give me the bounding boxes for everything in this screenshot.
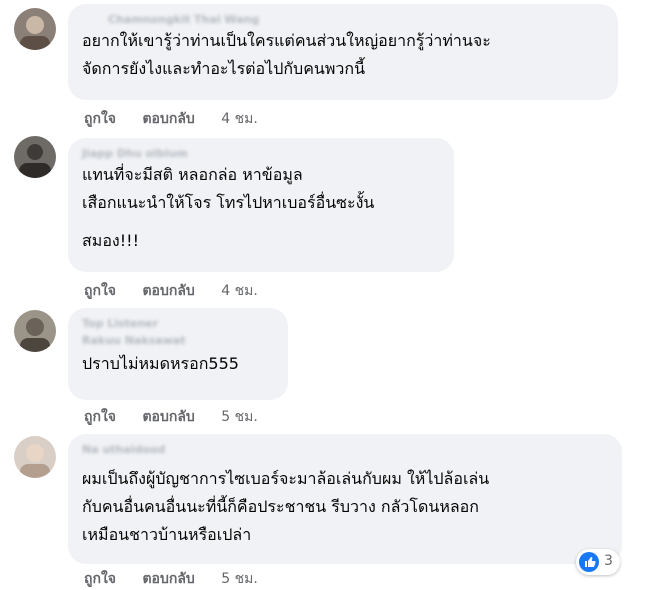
- reaction-summary[interactable]: 3: [576, 549, 620, 575]
- reply-link[interactable]: ตอบกลับ: [142, 568, 194, 590]
- comment-actions: ถูกใจ ตอบกลับ 5 ชม.: [84, 568, 280, 590]
- timestamp[interactable]: 4 ชม.: [221, 280, 258, 302]
- comment-text-line: ผมเป็นถึงผู้บัญชาการไซเบอร์จะมาล้อเล่นกั…: [82, 469, 490, 488]
- like-link[interactable]: ถูกใจ: [84, 280, 116, 302]
- reply-link[interactable]: ตอบกลับ: [142, 108, 194, 130]
- comment-text-line: เหมือนชาวบ้านหรือเปล่า: [82, 525, 252, 544]
- comment-bubble: Top Listener Rakuu Naksawat ปราบไม่หมดหร…: [68, 308, 288, 400]
- comment-text-line: อยากให้เขารู้ว่าท่านเป็นใครแต่คนส่วนใหญ่…: [82, 31, 491, 50]
- avatar-photo-icon: [14, 8, 56, 50]
- like-link[interactable]: ถูกใจ: [84, 108, 116, 130]
- timestamp[interactable]: 5 ชม.: [221, 406, 258, 428]
- avatar[interactable]: [14, 136, 56, 178]
- comment-text-line: แทนที่จะมีสติ หลอกล่อ หาข้อมูล: [82, 165, 303, 184]
- avatar-photo-icon: [14, 136, 56, 178]
- timestamp[interactable]: 4 ชม.: [221, 108, 258, 130]
- comment-bubble: Chamnongkit Thai Wang อยากให้เขารู้ว่าท่…: [68, 4, 618, 100]
- avatar[interactable]: [14, 8, 56, 50]
- comment-text-line: เสือกแนะนำให้โจร โทรไปหาเบอร์อื่นซะงั้น: [82, 193, 375, 212]
- comment-actions: ถูกใจ ตอบกลับ 5 ชม.: [84, 406, 280, 428]
- comment-text-line: ปราบไม่หมดหรอก555: [82, 354, 239, 373]
- avatar[interactable]: [14, 436, 56, 478]
- avatar-photo-icon: [14, 310, 56, 352]
- comment-bubble: Jiapp Dhu olblum แทนที่จะมีสติ หลอกล่อ ห…: [68, 138, 454, 272]
- avatar[interactable]: [14, 310, 56, 352]
- author-name[interactable]: Chamnongkit Thai Wang: [82, 12, 604, 27]
- comment-bubble: Na uthaidood ผมเป็นถึงผู้บัญชาการไซเบอร์…: [68, 434, 622, 564]
- comment-actions: ถูกใจ ตอบกลับ 4 ชม.: [84, 108, 280, 130]
- reaction-count: 3: [604, 553, 613, 569]
- reply-link[interactable]: ตอบกลับ: [142, 406, 194, 428]
- thumbs-up-icon: [579, 552, 599, 572]
- comment-text-line: กับคนอื่นคนอื่นนะที่นี้ก็คือประชาชน รีบว…: [82, 497, 479, 516]
- comment-actions: ถูกใจ ตอบกลับ 4 ชม.: [84, 280, 280, 302]
- author-badge: Top Listener: [82, 317, 159, 330]
- avatar-photo-icon: [14, 436, 56, 478]
- comment-text-line: สมอง!!!: [82, 231, 139, 250]
- comment-text-line: จัดการยังไงและทำอะไรต่อไปกับคนพวกนี้: [82, 59, 366, 78]
- author-name[interactable]: Rakuu Naksawat: [82, 333, 274, 348]
- like-link[interactable]: ถูกใจ: [84, 406, 116, 428]
- reply-link[interactable]: ตอบกลับ: [142, 280, 194, 302]
- like-link[interactable]: ถูกใจ: [84, 568, 116, 590]
- author-name[interactable]: Na uthaidood: [82, 442, 608, 457]
- timestamp[interactable]: 5 ชม.: [221, 568, 258, 590]
- author-name[interactable]: Jiapp Dhu olblum: [82, 146, 440, 161]
